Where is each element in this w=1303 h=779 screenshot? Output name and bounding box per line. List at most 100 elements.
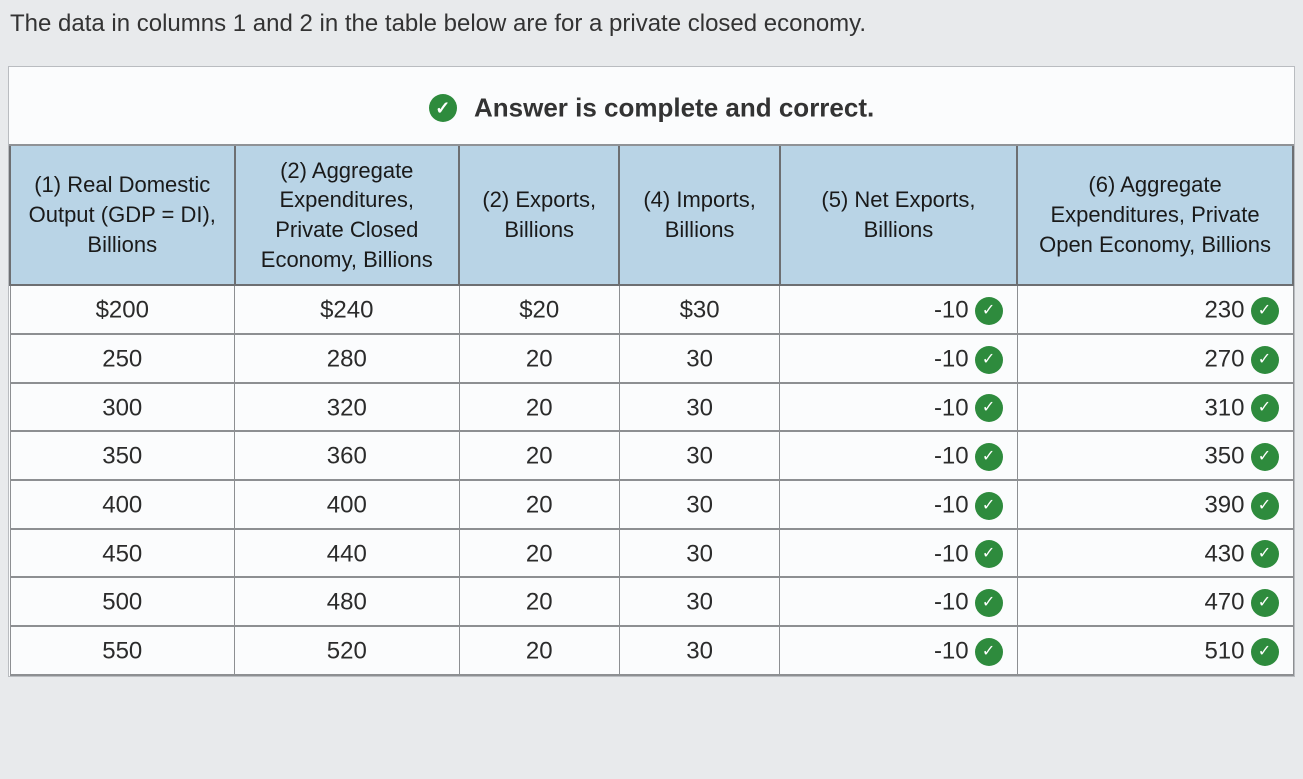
answer-panel: ✓ Answer is complete and correct. (1) Re… <box>8 66 1295 677</box>
cell-net-exports: -10✓ <box>780 383 1017 432</box>
table-row: 5004802030-10✓470✓ <box>10 577 1293 626</box>
cell-exports-value: 20 <box>526 394 553 421</box>
cell-ae-open: 470✓ <box>1017 577 1293 626</box>
cell-imports: 30 <box>619 383 779 432</box>
cell-ae-closed: 480 <box>235 577 460 626</box>
cell-ae-closed-value: 440 <box>327 540 367 567</box>
cell-gdp-value: 350 <box>102 443 142 470</box>
correct-check-icon: ✓ <box>975 346 1003 374</box>
cell-net-exports: -10✓ <box>780 480 1017 529</box>
cell-exports: 20 <box>459 577 619 626</box>
col-header-4: (4) Imports, Billions <box>619 146 779 286</box>
data-table: (1) Real Domestic Output (GDP = DI), Bil… <box>9 146 1294 676</box>
cell-ae-open-value: 430 <box>1204 540 1244 567</box>
cell-ae-closed: 400 <box>235 480 460 529</box>
cell-ae-open: 350 ✓ <box>1017 431 1293 480</box>
cell-gdp: 300 <box>10 383 235 432</box>
cell-ae-closed-value: 520 <box>327 638 367 665</box>
col-header-1: (1) Real Domestic Output (GDP = DI), Bil… <box>10 146 235 286</box>
cell-ae-open-value: 270 <box>1204 346 1244 373</box>
cell-exports: 20 <box>459 626 619 675</box>
cell-exports: 20 <box>459 431 619 480</box>
cell-exports-value: 20 <box>526 443 553 470</box>
cell-ae-open: 310 ✓ <box>1017 383 1293 432</box>
cell-exports: 20 <box>459 529 619 578</box>
intro-text: The data in columns 1 and 2 in the table… <box>10 10 1295 38</box>
cell-ae-closed-value: 360 <box>327 443 367 470</box>
correct-check-icon: ✓ <box>975 589 1003 617</box>
cell-exports: 20 <box>459 480 619 529</box>
cell-imports-value: 30 <box>686 540 713 567</box>
cell-gdp-value: 500 <box>102 589 142 616</box>
cell-net-exports: -10✓ <box>780 577 1017 626</box>
cell-ae-open: 270 ✓ <box>1017 334 1293 383</box>
cell-exports-value: 20 <box>526 540 553 567</box>
cell-imports-value: $30 <box>680 297 720 324</box>
cell-net-exports: -10✓ <box>780 529 1017 578</box>
col-header-3: (2) Exports, Billions <box>459 146 619 286</box>
cell-ae-closed-value: 320 <box>327 394 367 421</box>
correct-check-icon: ✓ <box>1251 492 1279 520</box>
cell-imports-value: 30 <box>686 638 713 665</box>
cell-ae-open-value: 350 <box>1204 443 1244 470</box>
cell-imports-value: 30 <box>686 492 713 519</box>
cell-exports-value: 20 <box>526 589 553 616</box>
cell-gdp: 500 <box>10 577 235 626</box>
cell-net-exports-value: -10 <box>934 589 969 616</box>
cell-ae-open-value: 230 <box>1204 297 1244 324</box>
correct-check-icon: ✓ <box>975 540 1003 568</box>
table-row: 3003202030-10✓310✓ <box>10 383 1293 432</box>
cell-gdp-value: 400 <box>102 492 142 519</box>
cell-imports: 30 <box>619 480 779 529</box>
cell-exports-value: 20 <box>526 346 553 373</box>
cell-net-exports-value: -10 <box>934 492 969 519</box>
cell-net-exports: -10✓ <box>780 626 1017 675</box>
cell-gdp-value: $200 <box>96 297 149 324</box>
cell-ae-open-value: 510 <box>1204 638 1244 665</box>
cell-ae-closed-value: $240 <box>320 297 373 324</box>
cell-imports-value: 30 <box>686 443 713 470</box>
cell-gdp-value: 300 <box>102 394 142 421</box>
cell-imports-value: 30 <box>686 346 713 373</box>
cell-imports: 30 <box>619 577 779 626</box>
cell-net-exports-value: -10 <box>934 540 969 567</box>
cell-exports-value: 20 <box>526 638 553 665</box>
correct-check-icon: ✓ <box>1251 346 1279 374</box>
status-bar: ✓ Answer is complete and correct. <box>9 67 1294 146</box>
cell-net-exports-value: -10 <box>934 394 969 421</box>
table-row: 250 280 20 30 -10✓ 270 ✓ <box>10 334 1293 383</box>
cell-imports: 30 <box>619 626 779 675</box>
cell-ae-open: 430✓ <box>1017 529 1293 578</box>
cell-ae-closed-value: 400 <box>327 492 367 519</box>
cell-ae-closed: 280 <box>235 334 460 383</box>
cell-gdp: 450 <box>10 529 235 578</box>
cell-net-exports-value: -10 <box>934 297 969 324</box>
cell-imports: $30 <box>619 285 779 334</box>
table-header-row: (1) Real Domestic Output (GDP = DI), Bil… <box>10 146 1293 286</box>
cell-imports: 30 <box>619 334 779 383</box>
correct-check-icon: ✓ <box>975 297 1003 325</box>
col-header-6: (6) Aggregate Expenditures, Private Open… <box>1017 146 1293 286</box>
status-text: Answer is complete and correct. <box>474 93 874 123</box>
cell-gdp: $200 <box>10 285 235 334</box>
correct-check-icon: ✓ <box>975 394 1003 422</box>
cell-imports-value: 30 <box>686 394 713 421</box>
cell-gdp: 550 <box>10 626 235 675</box>
correct-check-icon: ✓ <box>1251 589 1279 617</box>
cell-ae-open: 510 ✓ <box>1017 626 1293 675</box>
table-row: 3503602030-10✓350✓ <box>10 431 1293 480</box>
correct-check-icon: ✓ <box>1251 443 1279 471</box>
cell-gdp-value: 250 <box>102 346 142 373</box>
correct-check-icon: ✓ <box>1251 394 1279 422</box>
correct-check-icon: ✓ <box>975 492 1003 520</box>
cell-gdp-value: 450 <box>102 540 142 567</box>
correct-check-icon: ✓ <box>1251 638 1279 666</box>
cell-ae-closed: $240 <box>235 285 460 334</box>
cell-gdp: 350 <box>10 431 235 480</box>
cell-ae-closed-value: 480 <box>327 589 367 616</box>
table-row: 550 520 20 30 -10✓ 510 ✓ <box>10 626 1293 675</box>
cell-net-exports: -10✓ <box>780 334 1017 383</box>
cell-exports-value: $20 <box>519 297 559 324</box>
cell-ae-open-value: 310 <box>1204 394 1244 421</box>
cell-ae-closed: 440 <box>235 529 460 578</box>
